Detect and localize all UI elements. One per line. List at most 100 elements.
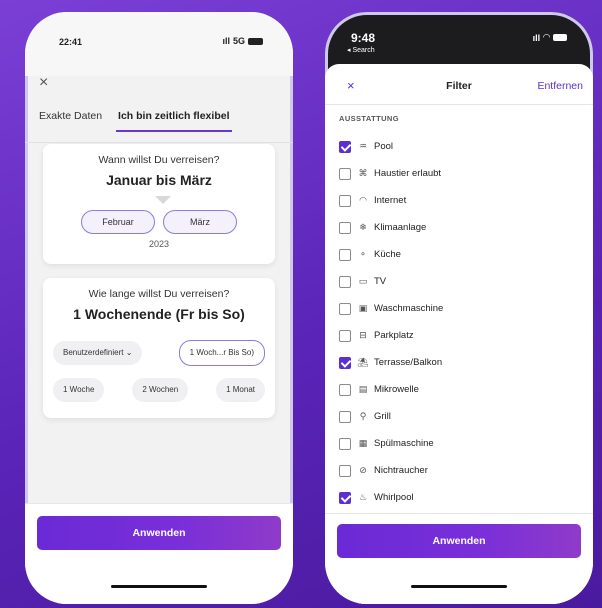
chevron-down-icon: ⌄ [125,348,133,357]
filter-item-label: Spülmaschine [374,438,434,449]
battery-icon [248,37,263,45]
tab-flexible[interactable]: Ich bin zeitlich flexibel [116,110,232,132]
amenity-list: ♒ Pool ⌘ Haustier erlaubt ◠ Internet ❄ Klimaanl… [339,133,579,511]
right-phone: 9:48 ◂ Search ıll ◠ × Filter Entfernen A… [325,12,593,604]
apply-button[interactable]: Anwenden [37,516,281,550]
filter-item-label: Klimaanlage [374,222,427,233]
filter-item[interactable]: ⛱ Terrasse/Balkon [339,349,579,376]
pet-icon: ⌘ [358,168,368,178]
left-phone: 22:41 ıll 5G × Exakte Daten Ich bin zeit… [25,12,293,604]
checkbox[interactable] [339,221,351,234]
filter-item[interactable]: ⊟ Parkplatz [339,322,579,349]
status-time: 22:41 [59,37,83,47]
balcony-icon: ⛱ [357,357,369,367]
custom-label: Benutzerdefiniert [63,348,124,357]
filter-item[interactable]: ▣ Waschmaschine [339,295,579,322]
battery-icon [553,34,567,41]
checkbox[interactable] [339,167,351,180]
apply-button[interactable]: Anwenden [337,524,581,558]
footer: Anwenden [25,503,293,604]
home-indicator [411,585,507,588]
filter-item[interactable]: ◠ Internet [339,187,579,214]
divider [25,142,293,143]
status-icons: ıll ◠ [533,32,567,43]
filter-item[interactable]: ❄ Klimaanlage [339,214,579,241]
filter-item[interactable]: ▤ Mikrowelle [339,376,579,403]
duration-answer: 1 Wochenende (Fr bis So) [73,306,245,322]
filter-item-label: Haustier erlaubt [374,168,442,179]
back-to-search[interactable]: ◂ Search [347,46,375,54]
filter-item[interactable]: ⌘ Haustier erlaubt [339,160,579,187]
checkbox[interactable] [339,383,351,396]
tab-exact-dates[interactable]: Exakte Daten [39,110,102,122]
filter-item[interactable]: ♨ Whirlpool [339,484,579,511]
chip-row-top: Benutzerdefiniert ⌄ 1 Woch...r Bis So) [53,340,265,366]
filter-item-label: Pool [374,141,394,152]
filter-item[interactable]: ♒ Pool [339,133,579,160]
filter-item-label: Parkplatz [374,330,414,341]
grill-icon: ⚲ [359,411,367,421]
wifi-icon: ◠ [543,32,550,42]
wifi-icon: ◠ [359,195,367,205]
chip-1-week[interactable]: 1 Woche [53,378,105,402]
status-time: 9:48 [351,31,376,45]
filter-item[interactable]: ⊘ Nichtraucher [339,457,579,484]
checkbox[interactable] [339,491,351,504]
filter-sheet: × Filter Entfernen AUSSTATTUNG ♒ Pool ⌘ Hau… [325,64,593,604]
header-divider [325,104,593,105]
filter-item-label: Whirlpool [374,492,414,503]
when-question: Wann willst Du verreisen? [98,154,220,166]
tab-bar: Exakte Daten Ich bin zeitlich flexibel [39,110,279,132]
filter-item-label: Nichtraucher [374,465,428,476]
close-icon[interactable]: × [39,74,48,92]
month-february[interactable]: Februar [81,210,155,234]
filter-item-label: Terrasse/Balkon [374,357,443,368]
no-smoking-icon: ⊘ [359,465,367,475]
filter-item[interactable]: ⚲ Grill [339,403,579,430]
car-icon: ⊟ [359,330,367,340]
checkbox[interactable] [339,410,351,423]
pool-icon: ♒ [358,141,368,151]
section-label: AUSSTATTUNG [339,114,399,123]
whirlpool-icon: ♨ [358,492,368,502]
checkbox[interactable] [339,248,351,261]
filter-item[interactable]: ▭ TV [339,268,579,295]
checkbox[interactable] [339,329,351,342]
chip-row-bottom: 1 Woche 2 Wochen 1 Monat [53,378,265,402]
checkbox[interactable] [339,194,351,207]
filter-item-label: TV [374,276,387,287]
home-indicator [111,585,207,588]
chip-2-weeks[interactable]: 2 Wochen [132,378,189,402]
checkbox[interactable] [339,302,351,315]
duration-question: Wie lange willst Du verreisen? [88,288,230,300]
filter-item-label: Mikrowelle [374,384,419,395]
filter-header: × Filter Entfernen [325,78,593,98]
snowflake-icon: ❄ [359,222,367,232]
month-march[interactable]: März [163,210,237,234]
status-bar: 22:41 ıll 5G [25,12,293,76]
checkbox[interactable] [339,356,351,369]
filter-item[interactable]: ▦ Spülmaschine [339,430,579,457]
status-icons: ıll 5G [222,36,263,46]
checkbox[interactable] [339,437,351,450]
chip-1-month[interactable]: 1 Monat [216,378,265,402]
checkbox[interactable] [339,464,351,477]
checkbox[interactable] [339,140,351,153]
microwave-icon: ▤ [358,384,368,394]
filter-item-label: Grill [374,411,391,422]
signal-icon: ıll [532,32,541,43]
kitchen-icon: ⚬ [359,249,367,259]
filter-item[interactable]: ⚬ Küche [339,241,579,268]
when-card: Wann willst Du verreisen? Januar bis Mär… [43,144,275,264]
custom-dropdown[interactable]: Benutzerdefiniert ⌄ [53,341,143,365]
pointer-triangle [155,196,171,204]
remove-button[interactable]: Entfernen [537,80,583,92]
weekend-chip[interactable]: 1 Woch...r Bis So) [178,340,265,366]
signal-icon: ıll [222,36,230,46]
checkbox[interactable] [339,275,351,288]
network-label: 5G [232,36,245,46]
washer-icon: ▣ [358,303,368,313]
filter-item-label: Küche [374,249,401,260]
filter-item-label: Waschmaschine [374,303,444,314]
month-row: Februar März [43,210,275,234]
